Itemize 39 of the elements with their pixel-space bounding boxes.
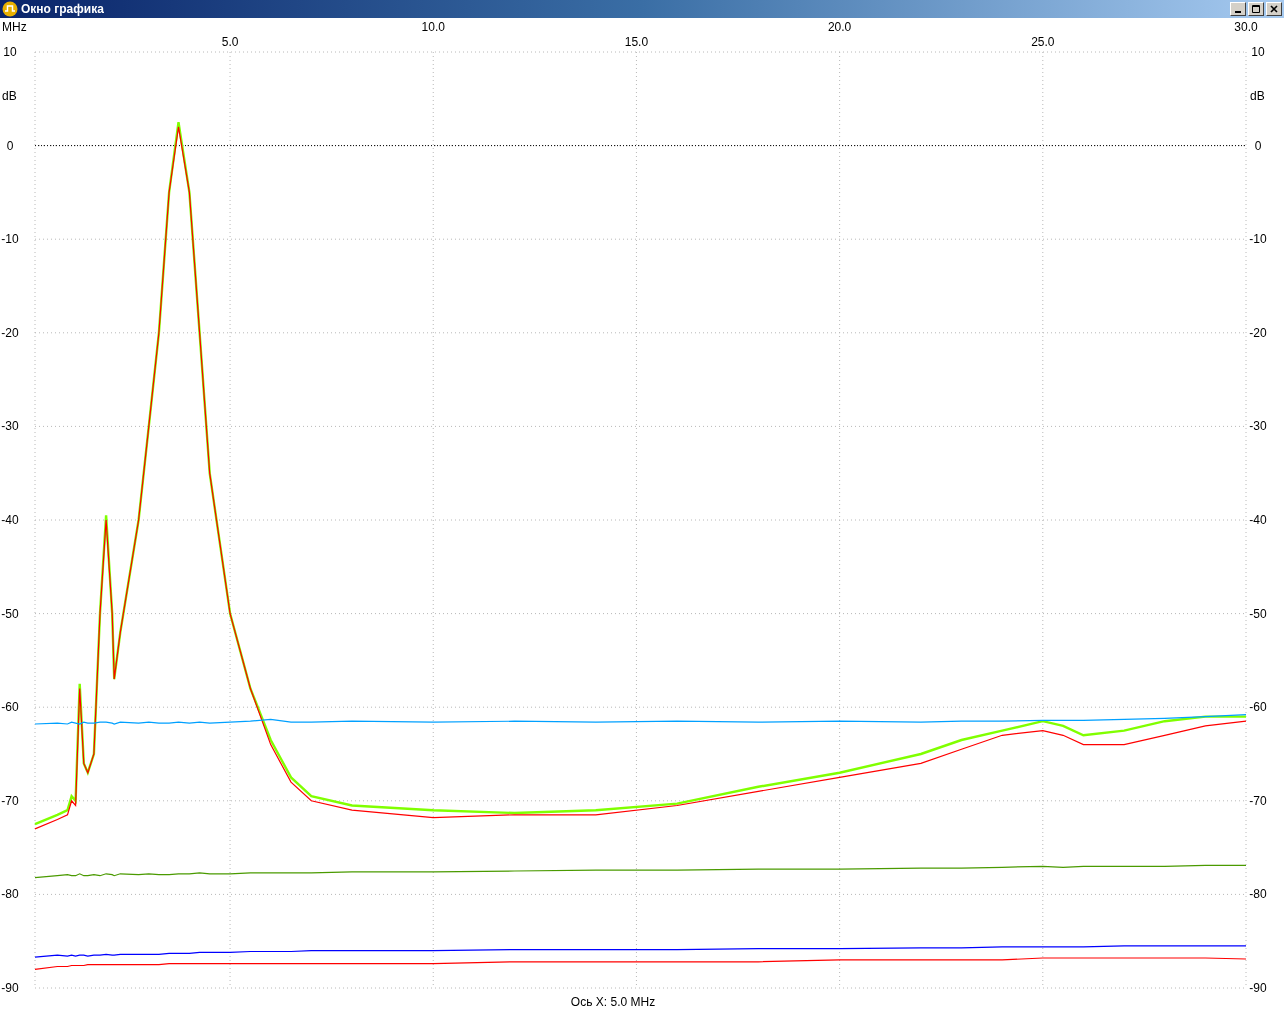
y-tick-label: -50 <box>1 606 19 621</box>
y-tick-label: -40 <box>1 513 19 527</box>
maximize-button[interactable] <box>1248 2 1264 16</box>
y-tick-label: -60 <box>1249 700 1267 715</box>
x-tick-label: 20.0 <box>827 20 852 34</box>
y-tick-label: -80 <box>1249 887 1267 902</box>
y-tick-label: -10 <box>1249 232 1267 247</box>
y-tick-label: -20 <box>1249 325 1267 340</box>
y-tick-label: -30 <box>1249 419 1267 434</box>
y-tick-label: 0 <box>6 138 14 153</box>
close-button[interactable] <box>1266 2 1282 16</box>
x-tick-label: 5.0 <box>221 35 239 49</box>
y-tick-label: -60 <box>1 700 19 715</box>
x-axis-unit: MHz <box>2 20 27 34</box>
y-axis-unit: dB <box>2 89 17 103</box>
y-tick-label: -70 <box>1249 793 1267 808</box>
y-tick-label: -20 <box>1 325 19 340</box>
x-tick-label: 10.0 <box>421 20 445 34</box>
window-title: Окно графика <box>21 3 104 15</box>
minimize-button[interactable] <box>1230 2 1246 16</box>
x-tick-label: 25.0 <box>1031 35 1055 49</box>
y-tick-label: 0 <box>1254 138 1262 153</box>
x-tick-label: 30.0 <box>1234 20 1258 34</box>
x-axis-readout: Ось X: 5.0 MHz <box>570 994 656 1010</box>
y-tick-label: -50 <box>1249 606 1267 621</box>
y-tick-label: -40 <box>1249 513 1267 527</box>
y-tick-label: -10 <box>1 232 19 247</box>
y-axis-unit: dB <box>1250 89 1265 103</box>
maximize-icon <box>1252 5 1260 13</box>
y-tick-label: -30 <box>1 419 19 434</box>
close-icon <box>1270 5 1278 13</box>
y-tick-label: -90 <box>1249 981 1267 994</box>
y-tick-label: -70 <box>1 793 19 808</box>
pulse-icon <box>2 1 18 17</box>
y-tick-label: 10 <box>1251 45 1265 59</box>
y-tick-label: -90 <box>1 981 19 994</box>
y-tick-label: -80 <box>1 887 19 902</box>
y-tick-label: 10 <box>3 45 17 59</box>
x-tick-label: 15.0 <box>624 35 649 49</box>
